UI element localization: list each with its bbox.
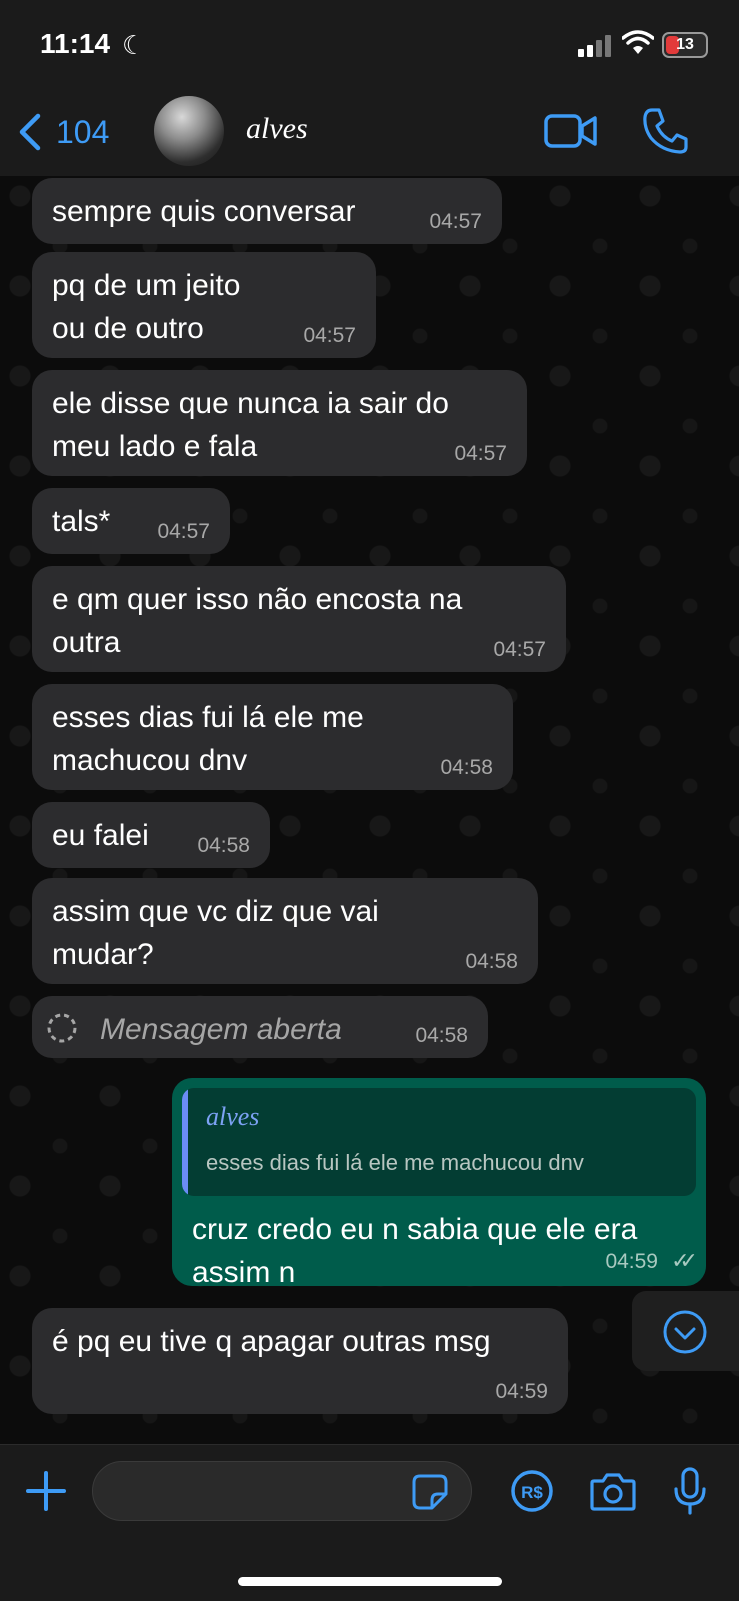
message-text: esses dias fui lá ele me machucou dnv: [52, 701, 364, 777]
focus-moon-icon: ☾: [122, 30, 146, 60]
contact-name[interactable]: alves: [246, 112, 308, 146]
message-time: 04:57: [303, 324, 356, 347]
message-time: 04:57: [157, 520, 210, 543]
microphone-icon[interactable]: [672, 1467, 708, 1515]
message-time: 04:57: [493, 638, 546, 661]
message-text: sempre quis conversar: [52, 195, 356, 228]
view-once-opened-icon: [47, 1013, 77, 1043]
received-message[interactable]: assim que vc diz que vai mudar? 04:58: [32, 878, 538, 984]
received-message[interactable]: ele disse que nunca ia sair do meu lado …: [32, 370, 527, 476]
message-text: ele disse que nunca ia sair do meu lado …: [52, 387, 449, 463]
message-text: assim que vc diz que vai mudar?: [52, 895, 379, 971]
plus-icon[interactable]: [24, 1469, 68, 1513]
cellular-signal-icon: [578, 33, 618, 57]
battery-level: 13: [676, 36, 694, 53]
message-text: cruz credo eu n sabia que ele era assim …: [192, 1213, 638, 1289]
received-message[interactable]: tals* 04:57: [32, 488, 230, 554]
scroll-to-bottom-button[interactable]: [632, 1291, 739, 1371]
video-call-icon[interactable]: [544, 110, 598, 152]
read-receipt-icon: ✓✓: [671, 1248, 698, 1273]
received-message[interactable]: esses dias fui lá ele me machucou dnv 04…: [32, 684, 513, 790]
message-text: Mensagem aberta: [100, 1013, 342, 1046]
chevron-down-circle-icon: [663, 1310, 707, 1354]
chevron-left-icon: [19, 113, 41, 151]
message-time: 04:59: [495, 1380, 548, 1403]
camera-icon[interactable]: [590, 1471, 636, 1511]
payment-icon[interactable]: R$: [510, 1469, 554, 1513]
message-composer: R$: [0, 1444, 739, 1601]
phone-call-icon[interactable]: [642, 106, 688, 154]
message-time: 04:58: [465, 950, 518, 973]
home-indicator: [238, 1577, 502, 1586]
sticker-icon[interactable]: [412, 1474, 448, 1510]
message-time: 04:58: [197, 834, 250, 857]
message-time: 04:58: [440, 756, 493, 779]
received-message[interactable]: é pq eu tive q apagar outras msg 04:59: [32, 1308, 568, 1414]
message-time: 04:59: [605, 1250, 658, 1273]
svg-text:R$: R$: [521, 1483, 543, 1502]
received-message[interactable]: e qm quer isso não encosta na outra 04:5…: [32, 566, 566, 672]
received-message[interactable]: sempre quis conversar 04:57: [32, 178, 502, 244]
received-message[interactable]: eu falei 04:58: [32, 802, 270, 868]
message-time: 04:57: [429, 210, 482, 233]
status-time: 11:14: [40, 28, 111, 59]
message-time: 04:57: [454, 442, 507, 465]
contact-avatar[interactable]: [154, 96, 224, 166]
back-button[interactable]: 104: [16, 110, 109, 154]
unread-count: 104: [56, 113, 110, 150]
message-time: 04:58: [415, 1024, 468, 1047]
chat-area[interactable]: sempre quis conversar 04:57 pq de um jei…: [0, 176, 739, 1444]
message-text: e qm quer isso não encosta na outra: [52, 583, 463, 659]
chat-header: 104 alves: [0, 92, 739, 177]
battery-icon: 13: [662, 32, 708, 58]
quote-author: alves: [206, 1102, 260, 1131]
message-text: é pq eu tive q apagar outras msg: [52, 1325, 491, 1358]
view-once-message[interactable]: Mensagem aberta 04:58: [32, 996, 488, 1058]
sent-message[interactable]: alves esses dias fui lá ele me machucou …: [172, 1078, 706, 1289]
quote-bar: [182, 1088, 188, 1196]
status-bar: 11:14 ☾ 13: [0, 0, 739, 92]
wifi-icon: [622, 30, 654, 54]
quote-text: esses dias fui lá ele me machucou dnv: [206, 1150, 584, 1175]
received-message[interactable]: pq de um jeito ou de outro 04:57: [32, 252, 376, 358]
quoted-reply[interactable]: alves esses dias fui lá ele me machucou …: [182, 1088, 696, 1196]
